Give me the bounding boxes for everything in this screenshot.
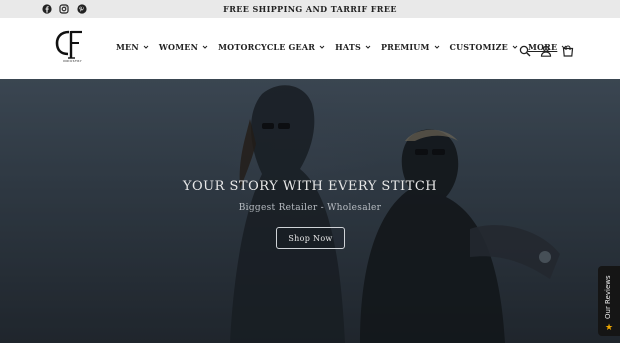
hero-banner: YOUR STORY WITH EVERY STITCH Biggest Ret…	[0, 79, 620, 343]
hero-title: YOUR STORY WITH EVERY STITCH	[182, 179, 438, 194]
chevron-down-icon	[434, 45, 439, 49]
nav-item-men[interactable]: MEN	[116, 42, 149, 52]
reviews-label: Our Reviews	[604, 275, 612, 319]
main-nav: MEN WOMEN MOTORCYCLE GEAR HATS PREMIUM C…	[116, 42, 577, 52]
nav-item-customize[interactable]: CUSTOMIZE	[450, 42, 518, 52]
shop-now-button[interactable]: Shop Now	[276, 227, 345, 249]
nav-item-women[interactable]: WOMEN	[159, 42, 208, 52]
announcement-bar: FREE SHIPPING AND TARRIF FREE	[0, 0, 620, 18]
nav-item-motorcycle-gear[interactable]: MOTORCYCLE GEAR	[218, 42, 325, 52]
announcement-text: FREE SHIPPING AND TARRIF FREE	[223, 4, 397, 14]
reviews-tab[interactable]: Our Reviews ★	[598, 266, 620, 336]
cart-icon[interactable]	[562, 42, 574, 57]
logo-caption: INDUSTRY	[63, 59, 83, 63]
chevron-down-icon	[365, 45, 371, 49]
chevron-down-icon	[512, 45, 518, 49]
account-icon[interactable]	[540, 42, 552, 57]
chevron-down-icon	[319, 45, 325, 49]
chevron-down-icon	[143, 45, 149, 49]
nav-item-premium[interactable]: PREMIUM	[381, 42, 440, 52]
chevron-down-icon	[202, 45, 208, 49]
hero-subtitle: Biggest Retailer - Wholesaler	[238, 203, 382, 213]
search-icon[interactable]	[519, 42, 531, 57]
nav-item-hats[interactable]: HATS	[335, 42, 371, 52]
brand-logo[interactable]: INDUSTRY	[52, 26, 92, 64]
star-icon: ★	[604, 323, 614, 333]
site-header: INDUSTRY MEN WOMEN MOTORCYCLE GEAR HATS …	[0, 18, 620, 79]
